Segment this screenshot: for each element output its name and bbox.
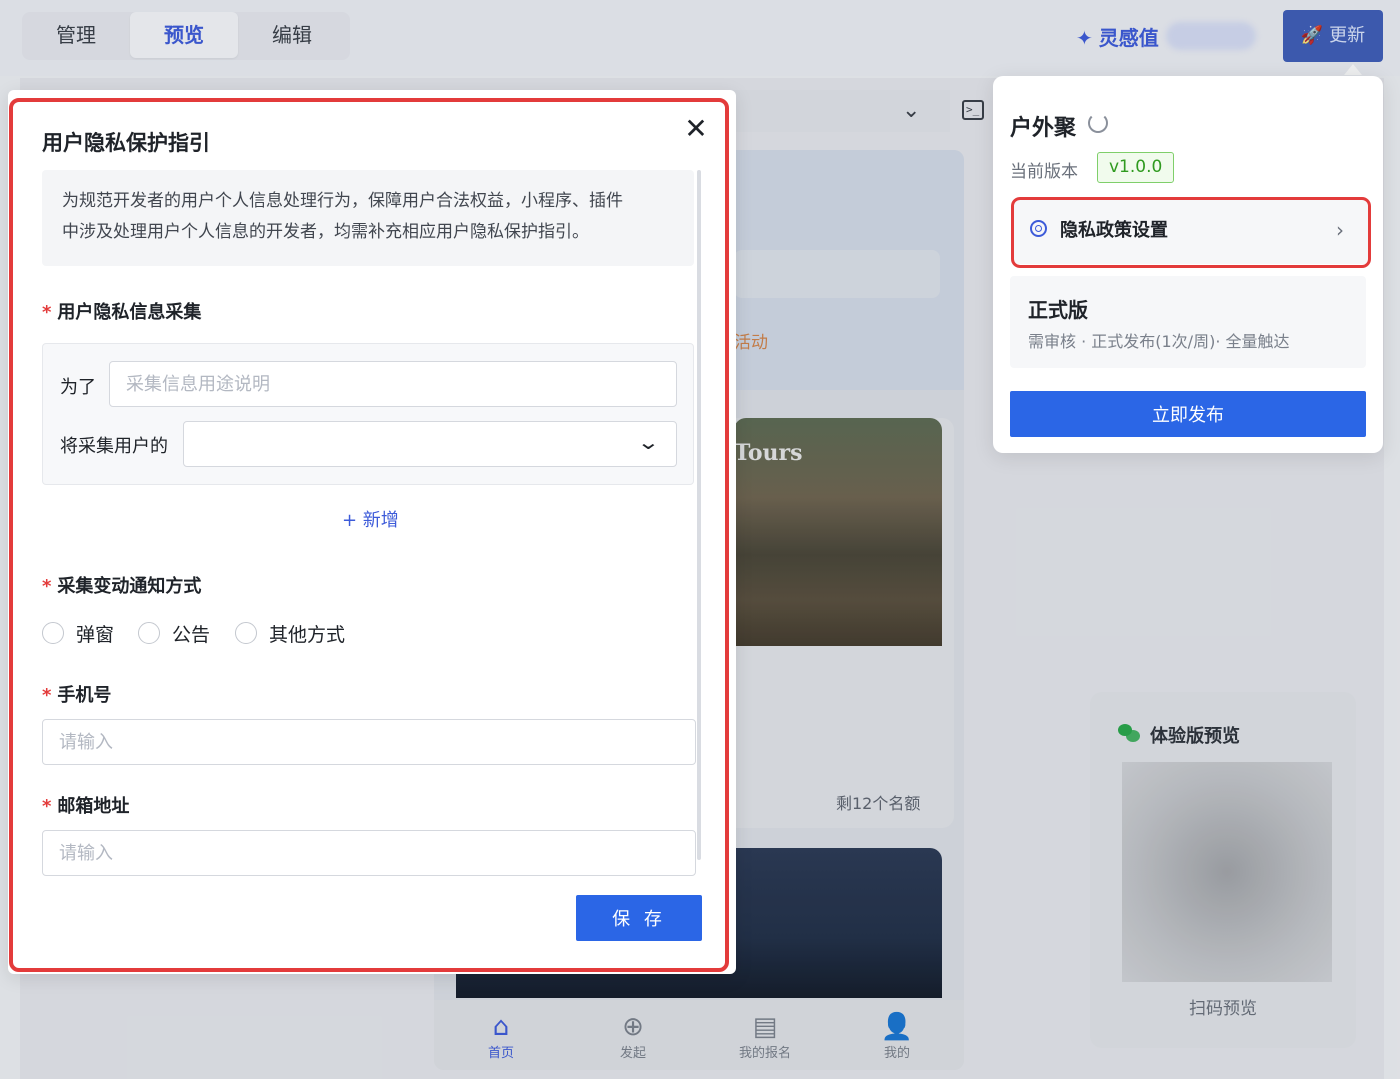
radio-other[interactable]: 其他方式 — [235, 620, 345, 646]
modal-scrollbar[interactable] — [697, 170, 701, 860]
collect-type-label: 将采集用户的 — [60, 436, 168, 457]
email-section-label: * 邮箱地址 — [42, 792, 129, 818]
notify-section-text: 采集变动通知方式 — [57, 576, 202, 597]
email-input[interactable] — [42, 830, 696, 876]
formal-release-title: 正式版 — [1028, 298, 1088, 322]
radio-announcement[interactable]: 公告 — [138, 620, 210, 646]
chevron-down-icon: ⌄ — [636, 430, 661, 454]
required-mark: * — [42, 576, 52, 597]
phone-section-label: * 手机号 — [42, 681, 111, 707]
close-icon[interactable]: ✕ — [682, 114, 710, 144]
notice-line: 为规范开发者的用户个人信息处理行为，保障用户合法权益，小程序、插件 — [62, 191, 623, 211]
add-item-button[interactable]: + 新增 — [342, 506, 399, 532]
radio-label: 公告 — [172, 623, 211, 646]
app-name: 户外聚 — [1010, 116, 1077, 141]
purpose-label: 为了 — [60, 377, 96, 398]
version-label: 当前版本 — [1010, 162, 1078, 182]
required-mark: * — [42, 302, 52, 323]
phone-section-text: 手机号 — [57, 685, 112, 706]
collect-section-text: 用户隐私信息采集 — [57, 302, 202, 323]
publish-now-button[interactable]: 立即发布 — [1010, 391, 1366, 437]
gear-icon — [1030, 220, 1047, 237]
chevron-right-icon: › — [1336, 218, 1344, 242]
notify-section-label: * 采集变动通知方式 — [42, 572, 201, 598]
required-mark: * — [42, 796, 52, 817]
notice-line: 中涉及处理用户个人信息的开发者，均需补充相应用户隐私保护指引。 — [62, 222, 589, 242]
purpose-input[interactable] — [109, 361, 677, 407]
version-badge: v1.0.0 — [1097, 152, 1175, 183]
refresh-icon[interactable] — [1088, 113, 1108, 133]
phone-input[interactable] — [42, 719, 696, 765]
email-section-text: 邮箱地址 — [57, 796, 130, 817]
collect-type-select[interactable] — [183, 421, 677, 467]
formal-release-desc: 需审核 · 正式发布(1次/周)· 全量触达 — [1028, 332, 1290, 351]
radio-label: 弹窗 — [76, 623, 115, 646]
notice-box: 为规范开发者的用户个人信息处理行为，保障用户合法权益，小程序、插件 中涉及处理用… — [42, 170, 694, 266]
save-button[interactable]: 保 存 — [576, 895, 702, 941]
modal-title: 用户隐私保护指引 — [42, 131, 210, 155]
required-mark: * — [42, 685, 52, 706]
radio-label: 其他方式 — [269, 623, 346, 646]
radio-circle — [42, 622, 64, 644]
privacy-settings-label: 隐私政策设置 — [1060, 220, 1168, 241]
radio-popup[interactable]: 弹窗 — [42, 620, 114, 646]
collect-section-label: * 用户隐私信息采集 — [42, 298, 201, 324]
radio-circle — [138, 622, 160, 644]
radio-circle — [235, 622, 257, 644]
